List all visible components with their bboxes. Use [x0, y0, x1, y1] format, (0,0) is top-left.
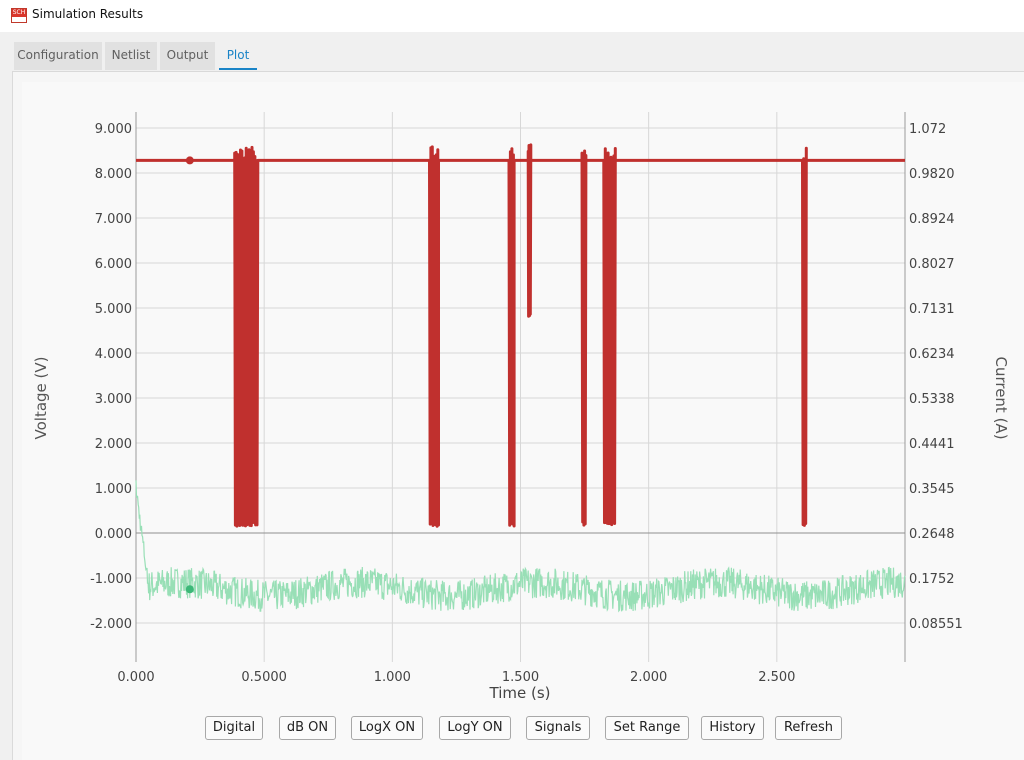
x-tick-label: 2.500	[758, 670, 795, 685]
x-tick-label: 1.500	[502, 670, 539, 685]
y-tick-label-right: 0.7131	[909, 302, 955, 317]
y-tick-label-right: 0.4441	[909, 437, 955, 452]
y-tick-label-left: 2.000	[95, 437, 132, 452]
y-tick-label-right: 0.8924	[909, 212, 955, 227]
y-tick-label-right: 0.2648	[909, 527, 955, 542]
y-tick-label-left: 7.000	[95, 212, 132, 227]
y-tick-label-right: 0.5338	[909, 392, 955, 407]
y-tick-label-right: 0.6234	[909, 347, 955, 362]
plot-toolbar: Digital dB ON LogX ON LogY ON Signals Se…	[0, 716, 1024, 742]
x-axis-label: Time (s)	[489, 684, 551, 702]
x-tick-label: 0.000	[117, 670, 154, 685]
y-axis-label-left: Voltage (V)	[32, 357, 50, 440]
simulation-chart[interactable]: 9.000 1.072 8.000 0.9820 7.000 0.8924 6.000 0.8…	[0, 0, 1024, 716]
y-tick-label-left: -2.000	[90, 617, 132, 632]
x-tick-label: 0.5000	[241, 670, 287, 685]
refresh-button[interactable]: Refresh	[775, 716, 842, 740]
y-tick-label-right: 1.072	[909, 122, 946, 137]
y-tick-label-left: 6.000	[95, 257, 132, 272]
y-axis-label-right: Current (A)	[992, 356, 1010, 439]
logy-toggle-button[interactable]: LogY ON	[439, 716, 511, 740]
y-tick-label-right: 0.1752	[909, 572, 955, 587]
current-series-marker[interactable]	[185, 585, 194, 594]
y-tick-label-left: 3.000	[95, 392, 132, 407]
db-toggle-button[interactable]: dB ON	[279, 716, 336, 740]
logx-toggle-button[interactable]: LogX ON	[351, 716, 423, 740]
y-tick-label-left: 9.000	[95, 122, 132, 137]
y-tick-label-left: -1.000	[90, 572, 132, 587]
y-tick-label-left: 0.000	[95, 527, 132, 542]
y-tick-label-left: 4.000	[95, 347, 132, 362]
x-tick-label: 1.000	[374, 670, 411, 685]
digital-button[interactable]: Digital	[205, 716, 263, 740]
y-tick-label-right: 0.8027	[909, 257, 955, 272]
history-button[interactable]: History	[701, 716, 764, 740]
y-tick-label-right: 0.08551	[909, 617, 963, 632]
y-tick-label-left: 1.000	[95, 482, 132, 497]
y-tick-label-right: 0.3545	[909, 482, 955, 497]
y-tick-label-left: 5.000	[95, 302, 132, 317]
x-tick-label: 2.000	[630, 670, 667, 685]
set-range-button[interactable]: Set Range	[605, 716, 689, 740]
y-tick-label-right: 0.9820	[909, 167, 955, 182]
signals-button[interactable]: Signals	[526, 716, 590, 740]
y-tick-label-left: 8.000	[95, 167, 132, 182]
voltage-series-marker[interactable]	[185, 156, 194, 165]
